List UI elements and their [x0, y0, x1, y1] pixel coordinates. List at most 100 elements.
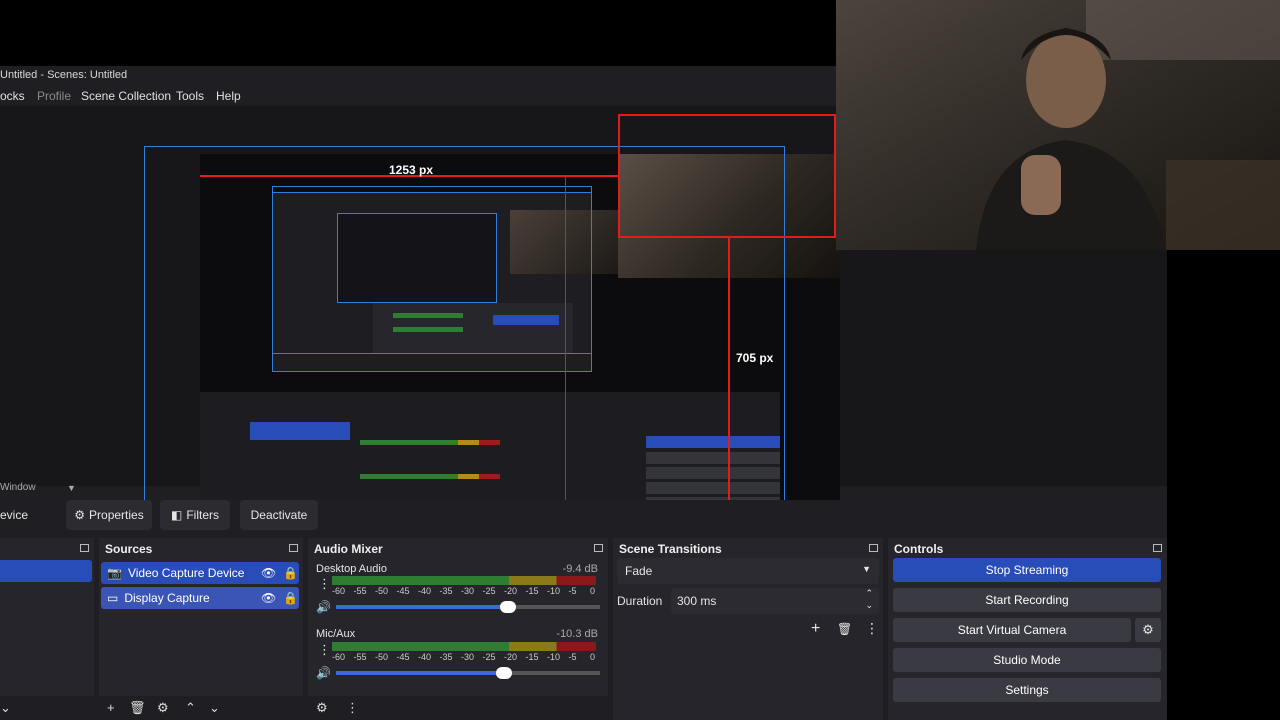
volume-slider-track[interactable] — [336, 601, 600, 613]
studio-mode-button[interactable]: Studio Mode — [893, 648, 1161, 672]
meter-tick-label: -15 — [525, 652, 539, 662]
volume-slider-track[interactable] — [336, 667, 600, 679]
volume-slider-handle[interactable] — [500, 601, 516, 613]
sources-title: Sources — [105, 542, 153, 556]
kebab-menu-icon[interactable]: ⋮ — [865, 620, 879, 637]
chevron-down-icon[interactable]: ⌄ — [865, 600, 873, 611]
deactivate-label: Deactivate — [250, 508, 308, 522]
meter-tick-label: -55 — [353, 586, 367, 596]
chevron-up-icon[interactable]: ⌃ — [865, 588, 873, 599]
gear-icon[interactable]: ⚙ — [1135, 618, 1161, 642]
volume-meter — [332, 642, 596, 651]
webcam-image — [836, 0, 1280, 250]
chevron-down-icon[interactable]: ⌄ — [209, 700, 220, 716]
start-virtual-camera-button[interactable]: Start Virtual Camera — [893, 618, 1131, 642]
gear-icon[interactable]: ⚙ — [316, 700, 328, 716]
source-label: Video Capture Device — [127, 566, 245, 580]
scene-transitions-title: Scene Transitions — [619, 542, 722, 556]
deactivate-button[interactable]: Deactivate — [240, 500, 318, 530]
meter-tick-label: -15 — [525, 586, 539, 596]
settings-button[interactable]: Settings — [893, 678, 1161, 702]
meter-tick-label: -50 — [375, 652, 389, 662]
gear-icon: ⚙ — [74, 508, 86, 522]
source-item-display-capture[interactable]: ▭ Display Capture 👁 🔒 — [101, 587, 299, 609]
selected-scene[interactable] — [0, 560, 92, 582]
meter-tick-label: 0 — [590, 652, 596, 662]
filters-button[interactable]: ◧ Filters — [160, 500, 230, 530]
chevron-down-icon[interactable]: ▼ — [67, 483, 76, 493]
source-item-video-capture[interactable]: 📷 Video Capture Device 👁 🔒 — [101, 562, 299, 584]
meter-tick-label: -10 — [547, 652, 561, 662]
chevron-up-icon[interactable]: ⌃ — [185, 700, 196, 716]
meter-tick-label: -30 — [461, 652, 475, 662]
scene-transitions-dock: Scene Transitions Fade ▼ Duration 300 ms… — [613, 538, 883, 720]
float-dock-icon[interactable] — [289, 544, 298, 552]
audio-mixer-title: Audio Mixer — [314, 542, 383, 556]
menu-profile[interactable]: Profile — [37, 89, 71, 103]
filters-label: Filters — [186, 508, 219, 522]
controls-title: Controls — [894, 542, 944, 556]
float-dock-icon[interactable] — [80, 544, 89, 552]
add-icon[interactable]: + — [811, 620, 820, 638]
source-label: Display Capture — [124, 591, 210, 605]
float-dock-icon[interactable] — [594, 544, 603, 552]
chevron-down-icon: ▼ — [862, 564, 871, 574]
controls-dock: Controls Stop Streaming Start Recording … — [888, 538, 1167, 720]
sources-dock: Sources 📷 Video Capture Device 👁 🔒 ▭ Dis… — [99, 538, 303, 720]
add-icon[interactable]: + — [107, 700, 115, 715]
transition-value: Fade — [625, 564, 653, 578]
float-dock-icon[interactable] — [1153, 544, 1162, 552]
red-vertical-guide — [728, 238, 730, 520]
start-recording-button[interactable]: Start Recording — [893, 588, 1161, 612]
speaker-icon[interactable]: 🔊 — [316, 600, 331, 614]
meter-tick-label: -20 — [504, 652, 518, 662]
source-toolbar: evice ⚙ Properties ◧ Filters Deactivate — [0, 500, 1167, 532]
properties-button[interactable]: ⚙ Properties — [66, 500, 152, 530]
meter-tick-label: -25 — [482, 652, 496, 662]
meter-tick-label: 0 — [590, 586, 596, 596]
height-guide-label: 705 px — [736, 351, 774, 365]
menu-help[interactable]: Help — [216, 89, 241, 103]
trash-icon[interactable]: 🗑 — [129, 700, 146, 716]
meter-tick-label: -35 — [439, 586, 453, 596]
channel-level: -9.4 dB — [562, 563, 598, 575]
meter-tick-label: -45 — [396, 652, 410, 662]
mixer-toolbar: ⚙ ⋮ — [308, 696, 608, 720]
lock-icon[interactable]: 🔒 — [283, 566, 298, 580]
width-guide-label: 1253 px — [389, 163, 434, 177]
kebab-menu-icon[interactable]: ⋮ — [318, 576, 331, 592]
gear-icon[interactable]: ⚙ — [157, 700, 169, 716]
transition-select[interactable]: Fade ▼ — [617, 558, 879, 584]
scenes-toolbar: ⌄ — [0, 696, 94, 720]
volume-slider-fill — [336, 671, 498, 675]
volume-slider-handle[interactable] — [496, 667, 512, 679]
trash-icon[interactable]: 🗑 — [837, 622, 852, 636]
sources-toolbar: + 🗑 ⚙ ⌃ ⌄ — [99, 696, 303, 720]
chevron-down-icon[interactable]: ⌄ — [0, 700, 11, 716]
eye-icon[interactable]: 👁 — [261, 566, 276, 580]
meter-tick-label: -40 — [418, 586, 432, 596]
duration-label: Duration — [617, 594, 663, 608]
red-bounding-box — [618, 114, 836, 238]
duration-spinbox[interactable]: 300 ms ⌃ ⌄ — [671, 588, 879, 614]
duration-value: 300 ms — [677, 594, 717, 608]
eye-icon[interactable]: 👁 — [261, 591, 276, 605]
meter-tick-label: -5 — [568, 652, 577, 662]
meter-tick-label: -20 — [504, 586, 518, 596]
red-nested-guide — [565, 176, 566, 516]
menu-docks[interactable]: ocks — [0, 89, 25, 103]
scene-selector[interactable]: Window ▼ — [0, 480, 1167, 496]
mixer-channel-desktop: Desktop Audio -9.4 dB ⋮ -60 -55 -50 -45 -40-… — [308, 560, 604, 624]
webcam-overlay — [836, 0, 1280, 250]
kebab-menu-icon[interactable]: ⋮ — [318, 642, 331, 658]
float-dock-icon[interactable] — [869, 544, 878, 552]
mixer-channel-mic: Mic/Aux -10.3 dB ⋮ -60 -55 -50 -45 -40 -35 -30… — [308, 626, 604, 690]
lock-icon[interactable]: 🔒 — [283, 591, 298, 605]
speaker-icon[interactable]: 🔊 — [316, 666, 331, 680]
menu-tools[interactable]: Tools — [176, 89, 204, 103]
scenes-dock: ⌄ — [0, 538, 94, 720]
channel-level: -10.3 dB — [556, 628, 598, 640]
kebab-menu-icon[interactable]: ⋮ — [346, 700, 359, 716]
menu-scene-collection[interactable]: Scene Collection — [81, 89, 171, 103]
stop-streaming-button[interactable]: Stop Streaming — [893, 558, 1161, 582]
